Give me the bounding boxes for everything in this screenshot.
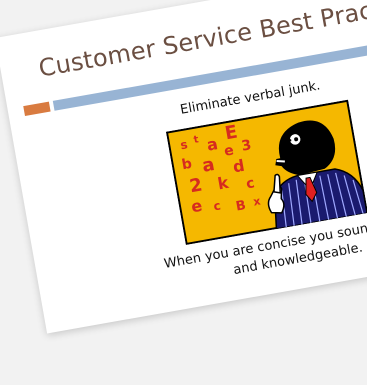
slide-title: Customer Service Best Practices [36, 0, 367, 83]
speaking-man-clipart: s t a E e 3 b a d 2 k c e c B x [165, 99, 367, 246]
title-accent-orange-bar [23, 101, 51, 116]
presentation-viewport: Customer Service Best Practices Eliminat… [0, 0, 367, 385]
slide: Customer Service Best Practices Eliminat… [0, 0, 367, 334]
